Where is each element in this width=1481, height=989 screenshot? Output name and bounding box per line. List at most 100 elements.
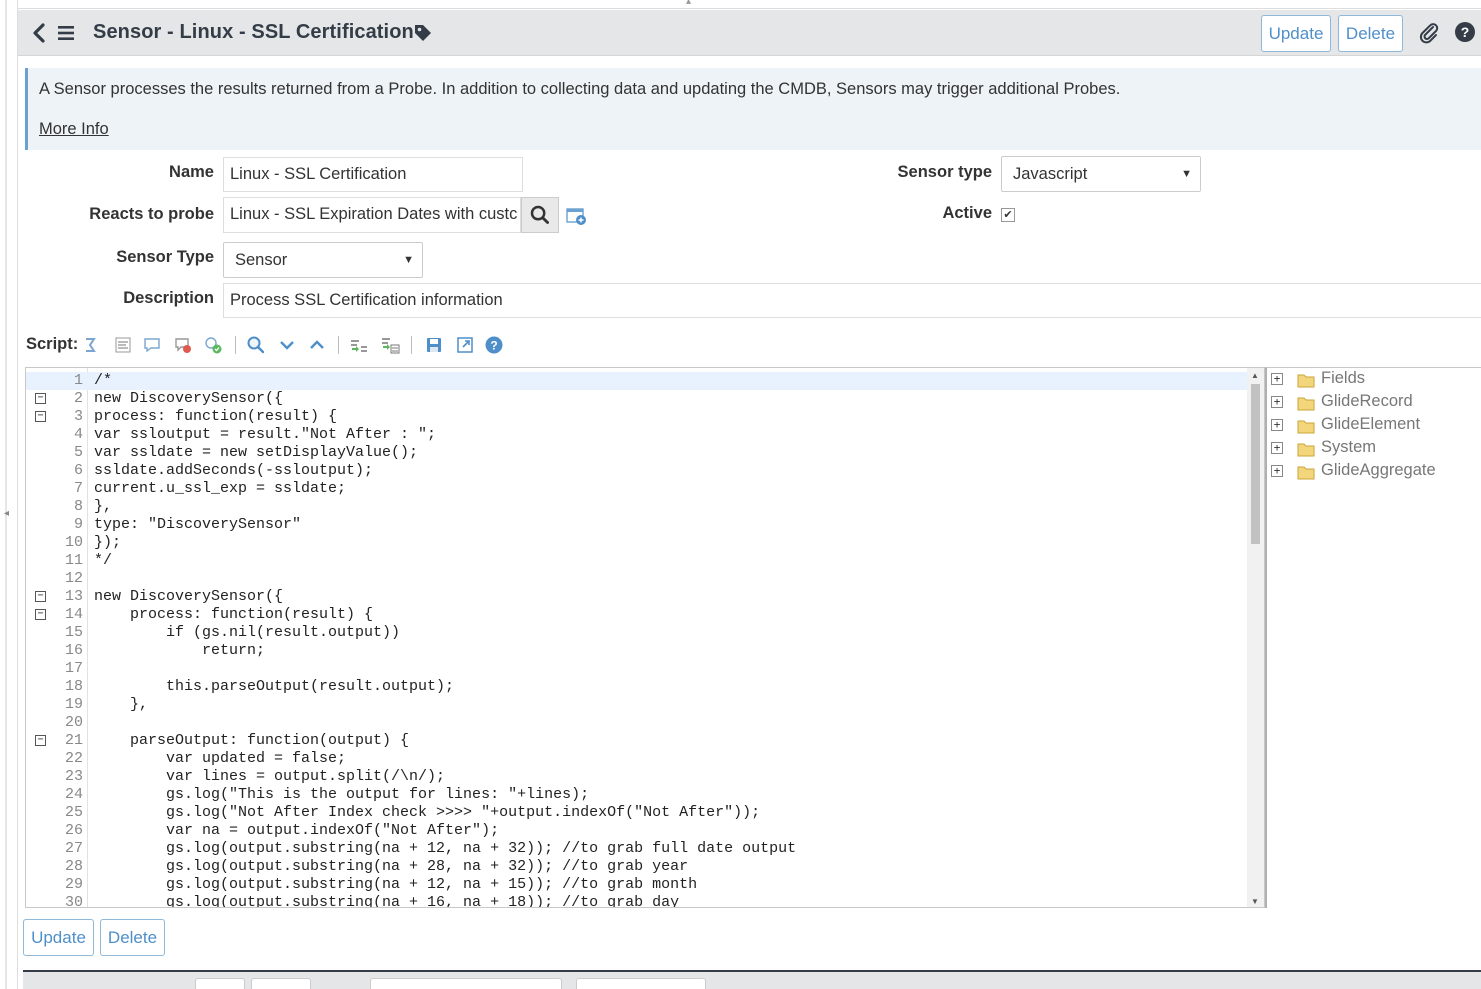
code-line[interactable]: 4 var ssloutput = result."Not After : "; [26,426,1249,444]
fold-toggle-icon[interactable]: − [35,393,46,404]
related-tab[interactable] [576,978,706,989]
code-line[interactable]: 5 var ssldate = new setDisplayValue(); [26,444,1249,462]
save-icon[interactable] [424,335,444,355]
toggle-syntax-icon[interactable] [81,335,101,355]
code-text: var lines = output.split(/\n/); [94,768,446,785]
code-line[interactable]: 25 gs.log("Not After Index check >>>> "+… [26,804,1249,822]
code-text: gs.log(output.substring(na + 28, na + 32… [94,858,689,875]
code-line[interactable]: 18 this.parseOutput(result.output); [26,678,1249,696]
expand-icon[interactable]: + [1271,396,1283,408]
attachment-icon[interactable] [1418,22,1440,44]
code-line[interactable]: − 13 new DiscoverySensor({ [26,588,1249,606]
script-reference-tree: + Fields + GlideRecord + GlideElement + System +… [1265,367,1481,908]
collapse-left-icon[interactable]: ◂ [4,508,9,519]
collapse-top-icon[interactable]: ▴ [686,0,691,7]
fold-toggle-icon[interactable]: − [35,735,46,746]
related-tab[interactable] [195,978,245,989]
find-previous-icon[interactable] [307,335,327,355]
replace-all-icon[interactable] [380,335,400,355]
help-icon[interactable]: ? [484,335,504,355]
check-syntax-icon[interactable] [203,335,223,355]
scroll-thumb[interactable] [1251,384,1260,544]
code-line[interactable]: − 2 new DiscoverySensor({ [26,390,1249,408]
scroll-up-icon[interactable]: ▲ [1251,371,1259,380]
update-button-bottom[interactable]: Update [23,919,94,956]
line-number: 14 [64,606,83,623]
line-number: 21 [64,732,83,749]
search-icon[interactable] [246,335,266,355]
code-text: type: "DiscoverySensor" [94,516,302,533]
dropdown-arrow-icon: ▼ [403,254,414,266]
line-number: 6 [73,462,83,479]
tree-item-label: GlideRecord [1321,392,1413,410]
code-line[interactable]: 16 return; [26,642,1249,660]
expand-icon[interactable]: + [1271,465,1283,477]
code-line[interactable]: 12 [26,570,1249,588]
active-label: Active [942,204,992,222]
scroll-down-icon[interactable]: ▼ [1251,897,1259,906]
reference-preview-icon[interactable] [566,205,588,227]
replace-icon[interactable] [349,335,369,355]
update-button[interactable]: Update [1261,15,1331,52]
related-tab[interactable] [370,978,562,989]
code-line[interactable]: 17 [26,660,1249,678]
back-icon[interactable] [28,19,50,47]
code-line[interactable]: 8}, [26,498,1249,516]
page-title: Sensor - Linux - SSL Certification [93,21,414,43]
code-line[interactable]: 15 if (gs.nil(result.output)) [26,624,1249,642]
code-line[interactable]: 24 gs.log("This is the output for lines:… [26,786,1249,804]
code-line[interactable]: 22 var updated = false; [26,750,1249,768]
more-info-link[interactable]: More Info [39,120,109,139]
reacts-to-probe-field[interactable]: Linux - SSL Expiration Dates with custc [223,197,521,233]
code-line[interactable]: 23 var lines = output.split(/\n/); [26,768,1249,786]
expand-icon[interactable]: + [1271,373,1283,385]
code-line[interactable]: 6 ssldate.addSeconds(-ssloutput); [26,462,1249,480]
related-tab[interactable] [251,978,311,989]
delete-button[interactable]: Delete [1338,15,1403,52]
code-text: gs.log("This is the output for lines: "+… [94,786,590,803]
probe-lookup-button[interactable] [521,197,559,233]
sensor-type-select[interactable]: Sensor ▼ [223,242,423,278]
script-editor[interactable]: 1 /* − 2 new DiscoverySensor({− 3 process: fun… [25,367,1265,908]
fullscreen-icon[interactable] [455,335,475,355]
code-line[interactable]: 26 var na = output.indexOf("Not After"); [26,822,1249,840]
line-number: 17 [64,660,83,677]
fold-toggle-icon[interactable]: − [35,411,46,422]
uncomment-icon[interactable] [173,335,193,355]
fold-toggle-icon[interactable]: − [35,609,46,620]
tree-item-label: GlideAggregate [1321,461,1436,479]
code-line[interactable]: − 21 parseOutput: function(output) { [26,732,1249,750]
tag-icon[interactable] [412,22,434,42]
code-line[interactable]: 9 type: "DiscoverySensor" [26,516,1249,534]
search-icon [530,205,549,224]
name-field[interactable]: Linux - SSL Certification [223,157,523,192]
code-line[interactable]: 27 gs.log(output.substring(na + 12, na +… [26,840,1249,858]
help-icon[interactable]: ? [1455,22,1475,42]
code-line[interactable]: − 14 process: function(result) { [26,606,1249,624]
code-line[interactable]: 28 gs.log(output.substring(na + 28, na +… [26,858,1249,876]
code-line[interactable]: 10}); [26,534,1249,552]
code-line[interactable]: 20 [26,714,1249,732]
hamburger-menu-icon[interactable] [56,23,76,43]
code-line[interactable]: 30 gs.log(output.substring(na + 16, na +… [26,894,1249,907]
active-checkbox[interactable]: ✔ [1001,208,1015,222]
code-line[interactable]: − 3 process: function(result) { [26,408,1249,426]
code-line[interactable]: 29 gs.log(output.substring(na + 12, na +… [26,876,1249,894]
format-code-icon[interactable] [113,335,133,355]
code-line[interactable]: 11 */ [26,552,1249,570]
code-line[interactable]: 19 }, [26,696,1249,714]
description-field[interactable]: Process SSL Certification information [223,283,1481,318]
expand-icon[interactable]: + [1271,419,1283,431]
fold-toggle-icon[interactable]: − [35,591,46,602]
code-text: var updated = false; [94,750,347,767]
delete-button-bottom[interactable]: Delete [100,919,165,956]
code-text: */ [94,552,113,569]
code-text: process: function(result) { [94,408,338,425]
editor-scrollbar[interactable]: ▲ ▼ [1247,368,1264,907]
expand-icon[interactable]: + [1271,442,1283,454]
code-line[interactable]: 1 /* [26,372,1249,390]
sensor-type-js-select[interactable]: Javascript ▼ [1001,156,1201,192]
find-next-icon[interactable] [277,335,297,355]
comment-icon[interactable] [142,335,162,355]
code-line[interactable]: 7 current.u_ssl_exp = ssldate; [26,480,1249,498]
